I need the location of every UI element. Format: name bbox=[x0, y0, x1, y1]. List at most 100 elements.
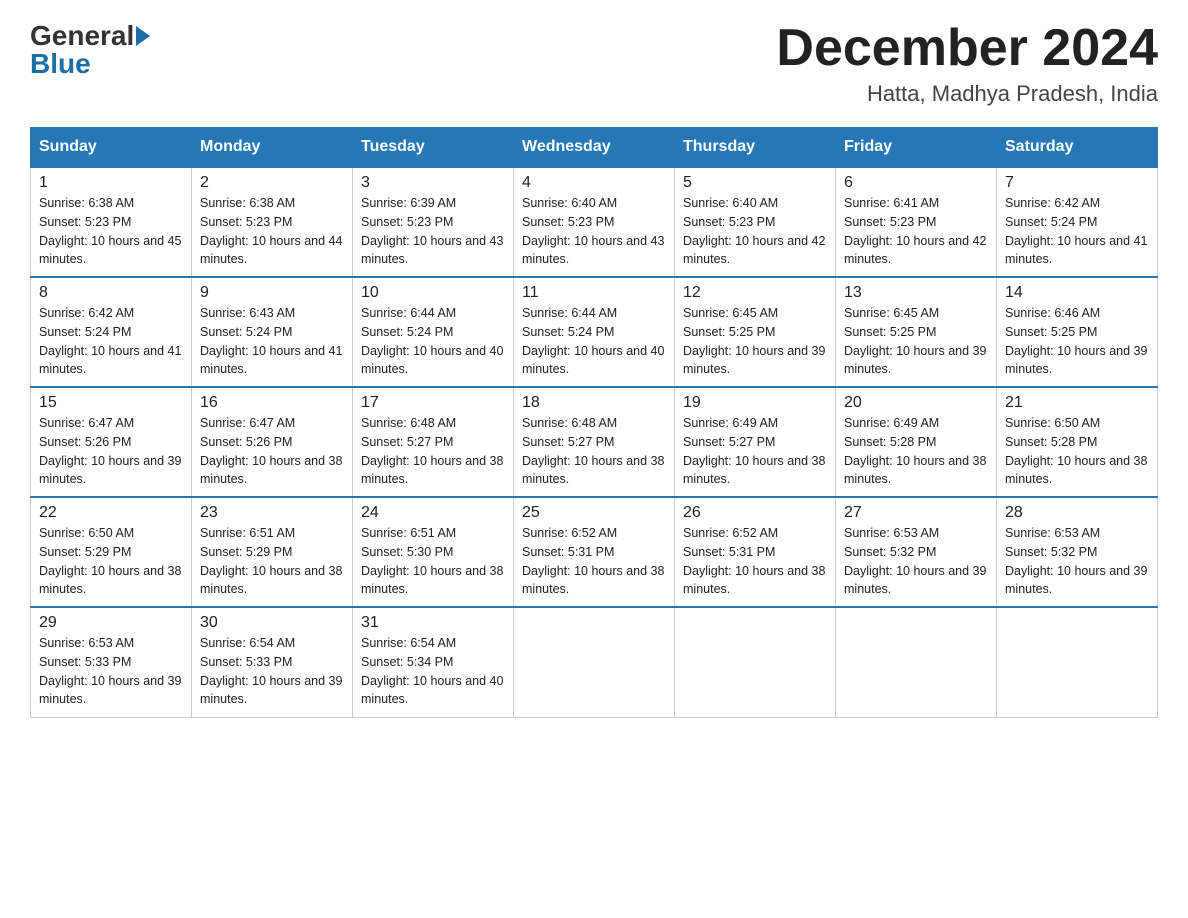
day-info: Sunrise: 6:53 AMSunset: 5:32 PMDaylight:… bbox=[1005, 526, 1147, 596]
calendar-cell: 2 Sunrise: 6:38 AMSunset: 5:23 PMDayligh… bbox=[192, 167, 353, 277]
calendar-table: SundayMondayTuesdayWednesdayThursdayFrid… bbox=[30, 127, 1158, 718]
calendar-cell: 3 Sunrise: 6:39 AMSunset: 5:23 PMDayligh… bbox=[353, 167, 514, 277]
day-info: Sunrise: 6:49 AMSunset: 5:28 PMDaylight:… bbox=[844, 416, 986, 486]
day-info: Sunrise: 6:42 AMSunset: 5:24 PMDaylight:… bbox=[39, 306, 181, 376]
day-info: Sunrise: 6:44 AMSunset: 5:24 PMDaylight:… bbox=[361, 306, 503, 376]
day-info: Sunrise: 6:47 AMSunset: 5:26 PMDaylight:… bbox=[39, 416, 181, 486]
calendar-cell: 11 Sunrise: 6:44 AMSunset: 5:24 PMDaylig… bbox=[514, 277, 675, 387]
day-info: Sunrise: 6:52 AMSunset: 5:31 PMDaylight:… bbox=[522, 526, 664, 596]
day-header-monday: Monday bbox=[192, 128, 353, 168]
day-header-friday: Friday bbox=[836, 128, 997, 168]
calendar-cell: 9 Sunrise: 6:43 AMSunset: 5:24 PMDayligh… bbox=[192, 277, 353, 387]
day-number: 17 bbox=[361, 394, 505, 412]
page-header: General Blue December 2024 Hatta, Madhya… bbox=[30, 20, 1158, 107]
day-number: 28 bbox=[1005, 504, 1149, 522]
day-info: Sunrise: 6:45 AMSunset: 5:25 PMDaylight:… bbox=[683, 306, 825, 376]
calendar-cell bbox=[514, 607, 675, 717]
calendar-cell: 1 Sunrise: 6:38 AMSunset: 5:23 PMDayligh… bbox=[31, 167, 192, 277]
day-info: Sunrise: 6:41 AMSunset: 5:23 PMDaylight:… bbox=[844, 196, 986, 266]
calendar-cell: 29 Sunrise: 6:53 AMSunset: 5:33 PMDaylig… bbox=[31, 607, 192, 717]
day-number: 19 bbox=[683, 394, 827, 412]
day-number: 24 bbox=[361, 504, 505, 522]
day-number: 3 bbox=[361, 174, 505, 192]
day-info: Sunrise: 6:48 AMSunset: 5:27 PMDaylight:… bbox=[522, 416, 664, 486]
day-info: Sunrise: 6:54 AMSunset: 5:34 PMDaylight:… bbox=[361, 636, 503, 706]
month-title: December 2024 bbox=[776, 20, 1158, 77]
day-info: Sunrise: 6:39 AMSunset: 5:23 PMDaylight:… bbox=[361, 196, 503, 266]
calendar-week-1: 1 Sunrise: 6:38 AMSunset: 5:23 PMDayligh… bbox=[31, 167, 1158, 277]
calendar-cell: 8 Sunrise: 6:42 AMSunset: 5:24 PMDayligh… bbox=[31, 277, 192, 387]
calendar-cell: 31 Sunrise: 6:54 AMSunset: 5:34 PMDaylig… bbox=[353, 607, 514, 717]
calendar-cell: 30 Sunrise: 6:54 AMSunset: 5:33 PMDaylig… bbox=[192, 607, 353, 717]
day-info: Sunrise: 6:42 AMSunset: 5:24 PMDaylight:… bbox=[1005, 196, 1147, 266]
day-number: 10 bbox=[361, 284, 505, 302]
day-number: 11 bbox=[522, 284, 666, 302]
day-number: 14 bbox=[1005, 284, 1149, 302]
logo-blue-text: Blue bbox=[30, 48, 91, 80]
day-info: Sunrise: 6:54 AMSunset: 5:33 PMDaylight:… bbox=[200, 636, 342, 706]
logo: General Blue bbox=[30, 20, 152, 80]
day-number: 16 bbox=[200, 394, 344, 412]
day-number: 30 bbox=[200, 614, 344, 632]
calendar-cell bbox=[997, 607, 1158, 717]
day-number: 26 bbox=[683, 504, 827, 522]
title-area: December 2024 Hatta, Madhya Pradesh, Ind… bbox=[776, 20, 1158, 107]
day-number: 9 bbox=[200, 284, 344, 302]
calendar-week-2: 8 Sunrise: 6:42 AMSunset: 5:24 PMDayligh… bbox=[31, 277, 1158, 387]
day-info: Sunrise: 6:44 AMSunset: 5:24 PMDaylight:… bbox=[522, 306, 664, 376]
calendar-cell: 10 Sunrise: 6:44 AMSunset: 5:24 PMDaylig… bbox=[353, 277, 514, 387]
day-number: 25 bbox=[522, 504, 666, 522]
calendar-cell: 15 Sunrise: 6:47 AMSunset: 5:26 PMDaylig… bbox=[31, 387, 192, 497]
day-info: Sunrise: 6:40 AMSunset: 5:23 PMDaylight:… bbox=[522, 196, 664, 266]
day-number: 7 bbox=[1005, 174, 1149, 192]
calendar-cell: 23 Sunrise: 6:51 AMSunset: 5:29 PMDaylig… bbox=[192, 497, 353, 607]
calendar-week-3: 15 Sunrise: 6:47 AMSunset: 5:26 PMDaylig… bbox=[31, 387, 1158, 497]
day-number: 29 bbox=[39, 614, 183, 632]
calendar-cell: 20 Sunrise: 6:49 AMSunset: 5:28 PMDaylig… bbox=[836, 387, 997, 497]
day-number: 27 bbox=[844, 504, 988, 522]
day-info: Sunrise: 6:40 AMSunset: 5:23 PMDaylight:… bbox=[683, 196, 825, 266]
calendar-cell: 7 Sunrise: 6:42 AMSunset: 5:24 PMDayligh… bbox=[997, 167, 1158, 277]
calendar-cell bbox=[675, 607, 836, 717]
day-number: 13 bbox=[844, 284, 988, 302]
calendar-cell: 5 Sunrise: 6:40 AMSunset: 5:23 PMDayligh… bbox=[675, 167, 836, 277]
day-number: 23 bbox=[200, 504, 344, 522]
location-title: Hatta, Madhya Pradesh, India bbox=[776, 81, 1158, 107]
day-header-sunday: Sunday bbox=[31, 128, 192, 168]
day-number: 8 bbox=[39, 284, 183, 302]
calendar-cell bbox=[836, 607, 997, 717]
day-info: Sunrise: 6:52 AMSunset: 5:31 PMDaylight:… bbox=[683, 526, 825, 596]
calendar-header-row: SundayMondayTuesdayWednesdayThursdayFrid… bbox=[31, 128, 1158, 168]
day-number: 20 bbox=[844, 394, 988, 412]
day-header-saturday: Saturday bbox=[997, 128, 1158, 168]
day-info: Sunrise: 6:47 AMSunset: 5:26 PMDaylight:… bbox=[200, 416, 342, 486]
day-info: Sunrise: 6:49 AMSunset: 5:27 PMDaylight:… bbox=[683, 416, 825, 486]
calendar-cell: 21 Sunrise: 6:50 AMSunset: 5:28 PMDaylig… bbox=[997, 387, 1158, 497]
day-number: 31 bbox=[361, 614, 505, 632]
calendar-cell: 13 Sunrise: 6:45 AMSunset: 5:25 PMDaylig… bbox=[836, 277, 997, 387]
day-info: Sunrise: 6:43 AMSunset: 5:24 PMDaylight:… bbox=[200, 306, 342, 376]
calendar-cell: 19 Sunrise: 6:49 AMSunset: 5:27 PMDaylig… bbox=[675, 387, 836, 497]
day-number: 4 bbox=[522, 174, 666, 192]
calendar-cell: 14 Sunrise: 6:46 AMSunset: 5:25 PMDaylig… bbox=[997, 277, 1158, 387]
calendar-cell: 22 Sunrise: 6:50 AMSunset: 5:29 PMDaylig… bbox=[31, 497, 192, 607]
calendar-cell: 4 Sunrise: 6:40 AMSunset: 5:23 PMDayligh… bbox=[514, 167, 675, 277]
day-header-thursday: Thursday bbox=[675, 128, 836, 168]
calendar-cell: 16 Sunrise: 6:47 AMSunset: 5:26 PMDaylig… bbox=[192, 387, 353, 497]
day-info: Sunrise: 6:48 AMSunset: 5:27 PMDaylight:… bbox=[361, 416, 503, 486]
calendar-cell: 26 Sunrise: 6:52 AMSunset: 5:31 PMDaylig… bbox=[675, 497, 836, 607]
day-info: Sunrise: 6:50 AMSunset: 5:29 PMDaylight:… bbox=[39, 526, 181, 596]
calendar-week-4: 22 Sunrise: 6:50 AMSunset: 5:29 PMDaylig… bbox=[31, 497, 1158, 607]
day-number: 15 bbox=[39, 394, 183, 412]
logo-arrow-icon bbox=[136, 26, 150, 46]
day-number: 21 bbox=[1005, 394, 1149, 412]
calendar-cell: 27 Sunrise: 6:53 AMSunset: 5:32 PMDaylig… bbox=[836, 497, 997, 607]
day-info: Sunrise: 6:50 AMSunset: 5:28 PMDaylight:… bbox=[1005, 416, 1147, 486]
calendar-cell: 28 Sunrise: 6:53 AMSunset: 5:32 PMDaylig… bbox=[997, 497, 1158, 607]
day-number: 18 bbox=[522, 394, 666, 412]
calendar-cell: 17 Sunrise: 6:48 AMSunset: 5:27 PMDaylig… bbox=[353, 387, 514, 497]
day-info: Sunrise: 6:45 AMSunset: 5:25 PMDaylight:… bbox=[844, 306, 986, 376]
calendar-cell: 12 Sunrise: 6:45 AMSunset: 5:25 PMDaylig… bbox=[675, 277, 836, 387]
day-info: Sunrise: 6:38 AMSunset: 5:23 PMDaylight:… bbox=[200, 196, 342, 266]
day-number: 12 bbox=[683, 284, 827, 302]
